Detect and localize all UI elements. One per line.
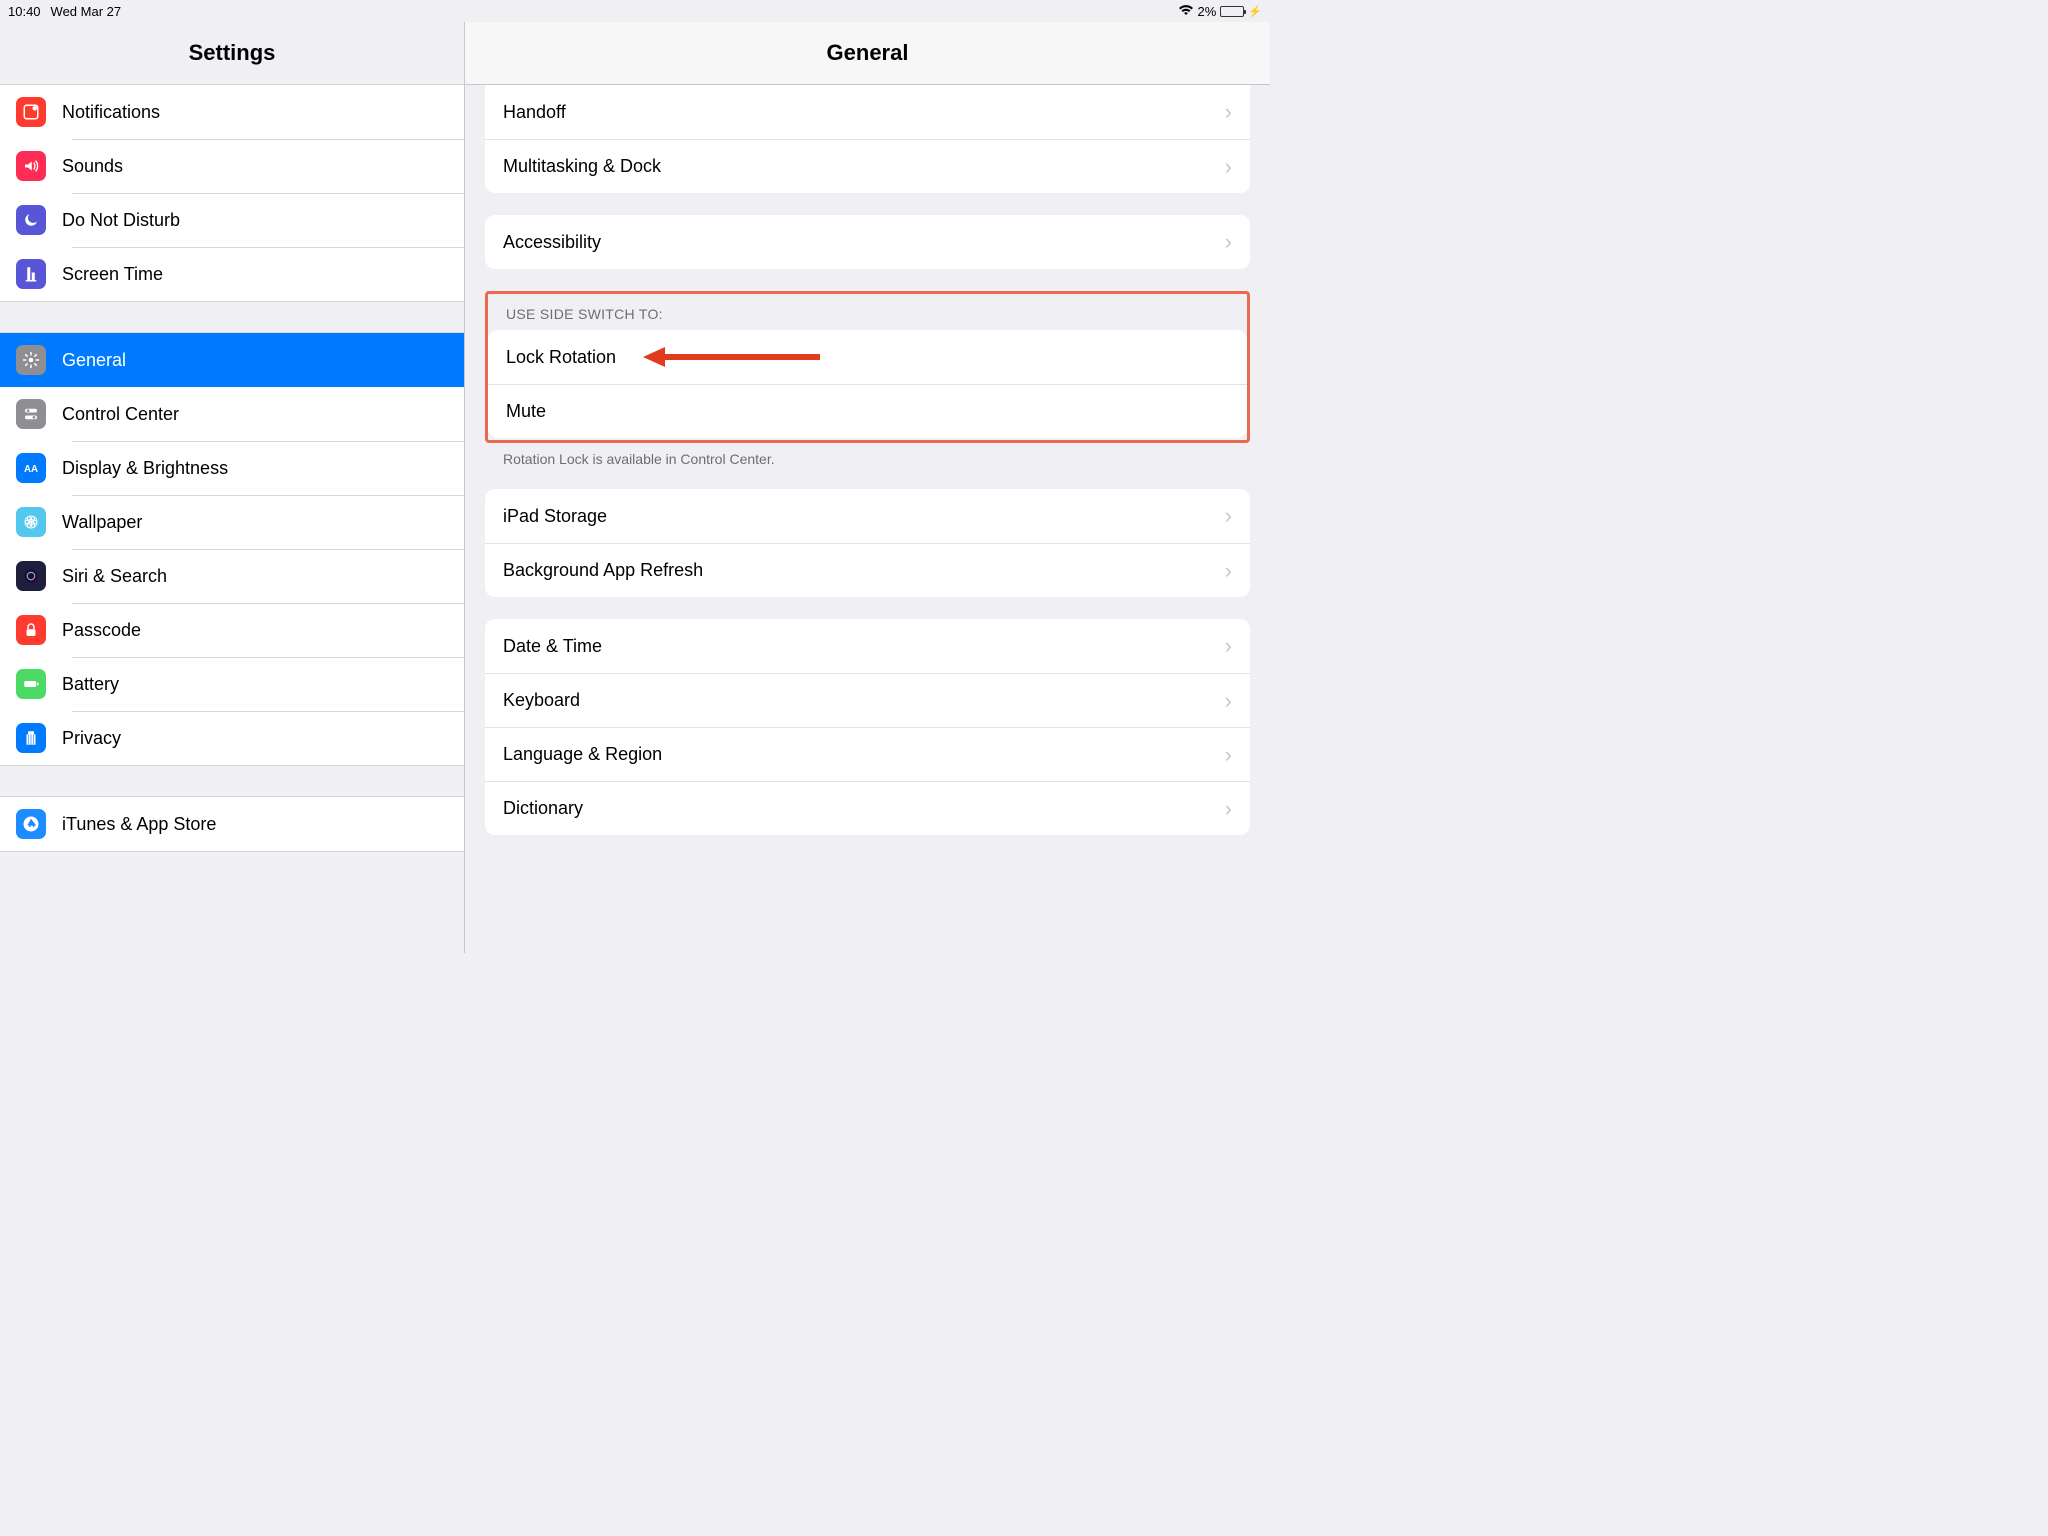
sidebar-item-label: Wallpaper (62, 512, 142, 533)
detail-row-label: iPad Storage (503, 506, 607, 527)
sidebar-item-wallpaper[interactable]: Wallpaper (0, 495, 464, 549)
sidebar-item-label: Passcode (62, 620, 141, 641)
dnd-icon (16, 205, 46, 235)
controlcenter-icon (16, 399, 46, 429)
annotation-highlight: Use Side Switch To: Lock Rotation Mute (485, 291, 1250, 443)
detail-row-background-app-refresh[interactable]: Background App Refresh › (485, 543, 1250, 597)
sidebar-item-privacy[interactable]: Privacy (0, 711, 464, 765)
sidebar-item-general[interactable]: General (0, 333, 464, 387)
annotation-arrow (643, 347, 820, 367)
sidebar-item-label: Sounds (62, 156, 123, 177)
detail-row-label: Background App Refresh (503, 560, 703, 581)
sidebar-item-label: General (62, 350, 126, 371)
chevron-right-icon: › (1225, 99, 1232, 125)
detail-pane: General Handoff›Multitasking & Dock›Acce… (465, 22, 1270, 953)
wallpaper-icon (16, 507, 46, 537)
status-battery-pct: 2% (1198, 4, 1217, 19)
sidebar-item-label: Privacy (62, 728, 121, 749)
sidebar-item-display-brightness[interactable]: AA Display & Brightness (0, 441, 464, 495)
sidebar-item-notifications[interactable]: Notifications (0, 85, 464, 139)
sounds-icon (16, 151, 46, 181)
passcode-icon (16, 615, 46, 645)
sidebar-title: Settings (0, 22, 464, 84)
detail-row-language-region[interactable]: Language & Region › (485, 727, 1250, 781)
sidebar-item-siri-search[interactable]: Siri & Search (0, 549, 464, 603)
detail-row-handoff[interactable]: Handoff › (485, 85, 1250, 139)
status-time: 10:40 (8, 4, 41, 19)
detail-row-label: Dictionary (503, 798, 583, 819)
settings-sidebar: Settings Notifications Sounds Do Not Distu… (0, 22, 465, 953)
sidebar-item-label: Control Center (62, 404, 179, 425)
section-header: Use Side Switch To: (488, 294, 1247, 330)
wifi-icon (1178, 4, 1194, 19)
chevron-right-icon: › (1225, 742, 1232, 768)
detail-row-accessibility[interactable]: Accessibility › (485, 215, 1250, 269)
screentime-icon (16, 259, 46, 289)
siri-icon (16, 561, 46, 591)
sidebar-item-passcode[interactable]: Passcode (0, 603, 464, 657)
chevron-right-icon: › (1225, 229, 1232, 255)
battery-icon (1220, 6, 1244, 17)
detail-row-mute[interactable]: Mute (488, 384, 1247, 438)
privacy-icon (16, 723, 46, 753)
detail-row-ipad-storage[interactable]: iPad Storage › (485, 489, 1250, 543)
detail-title: General (465, 22, 1270, 85)
detail-row-label: Lock Rotation (506, 347, 616, 368)
status-date: Wed Mar 27 (51, 4, 122, 19)
detail-row-lock-rotation[interactable]: Lock Rotation (488, 330, 1247, 384)
svg-text:AA: AA (24, 464, 38, 475)
charging-icon: ⚡ (1248, 5, 1262, 18)
sidebar-item-label: Siri & Search (62, 566, 167, 587)
section-footer: Rotation Lock is available in Control Ce… (485, 443, 1250, 467)
notifications-icon (16, 97, 46, 127)
detail-row-label: Language & Region (503, 744, 662, 765)
detail-row-label: Mute (506, 401, 546, 422)
detail-row-date-time[interactable]: Date & Time › (485, 619, 1250, 673)
status-bar: 10:40 Wed Mar 27 2% ⚡ (0, 0, 1270, 22)
sidebar-item-label: Battery (62, 674, 119, 695)
chevron-right-icon: › (1225, 154, 1232, 180)
detail-row-label: Accessibility (503, 232, 601, 253)
chevron-right-icon: › (1225, 688, 1232, 714)
sidebar-item-do-not-disturb[interactable]: Do Not Disturb (0, 193, 464, 247)
general-icon (16, 345, 46, 375)
sidebar-item-control-center[interactable]: Control Center (0, 387, 464, 441)
chevron-right-icon: › (1225, 558, 1232, 584)
display-icon: AA (16, 453, 46, 483)
sidebar-item-label: Notifications (62, 102, 160, 123)
detail-row-keyboard[interactable]: Keyboard › (485, 673, 1250, 727)
sidebar-item-label: Do Not Disturb (62, 210, 180, 231)
sidebar-item-label: iTunes & App Store (62, 814, 216, 835)
chevron-right-icon: › (1225, 633, 1232, 659)
sidebar-item-label: Screen Time (62, 264, 163, 285)
detail-row-dictionary[interactable]: Dictionary › (485, 781, 1250, 835)
chevron-right-icon: › (1225, 796, 1232, 822)
detail-row-label: Multitasking & Dock (503, 156, 661, 177)
sidebar-item-label: Display & Brightness (62, 458, 228, 479)
detail-row-label: Keyboard (503, 690, 580, 711)
battery-icon (16, 669, 46, 699)
sidebar-item-battery[interactable]: Battery (0, 657, 464, 711)
sidebar-item-screen-time[interactable]: Screen Time (0, 247, 464, 301)
detail-row-label: Date & Time (503, 636, 602, 657)
detail-row-multitasking-dock[interactable]: Multitasking & Dock › (485, 139, 1250, 193)
detail-row-label: Handoff (503, 102, 566, 123)
appstore-icon (16, 809, 46, 839)
chevron-right-icon: › (1225, 503, 1232, 529)
sidebar-item-itunes-app-store[interactable]: iTunes & App Store (0, 797, 464, 851)
sidebar-item-sounds[interactable]: Sounds (0, 139, 464, 193)
